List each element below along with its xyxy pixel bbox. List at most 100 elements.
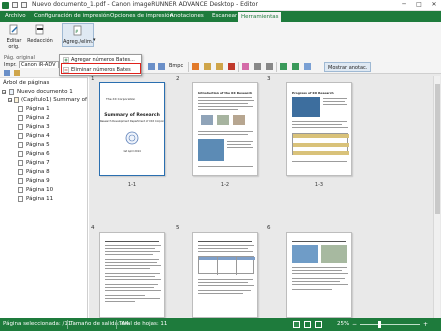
tree-page-2[interactable]: Página 2 [0, 114, 88, 122]
page-icon [18, 106, 23, 112]
tree-page-10[interactable]: Página 10 [0, 186, 88, 194]
thumbnail-view-icon[interactable] [315, 321, 322, 328]
tree-chapter[interactable]: − (Capítulo1) Summary of R [0, 96, 93, 104]
view-icon[interactable] [304, 63, 311, 70]
separator [67, 320, 68, 329]
page-icon [18, 187, 23, 193]
tree-page-label: Página 11 [26, 196, 54, 202]
tree-page-label: Página 5 [26, 142, 50, 148]
separator [238, 62, 239, 72]
attachments-tab-icon[interactable] [14, 70, 20, 76]
tree-page-label: Página 2 [26, 115, 50, 121]
page-icon [18, 169, 23, 175]
scrollbar-thumb[interactable] [435, 84, 440, 214]
collapse-icon[interactable]: − [8, 98, 12, 103]
chapter-icon[interactable] [280, 63, 287, 70]
single-page-view-icon[interactable] [293, 321, 300, 328]
page-number: 5 [176, 225, 180, 231]
page-tree-pane: Árbol de páginas − Nuevo documento 1 − (… [0, 68, 93, 318]
page-icon [18, 151, 23, 157]
separator [116, 320, 117, 329]
tree-root[interactable]: − Nuevo documento 1 [0, 88, 88, 96]
delete-icon[interactable] [228, 63, 235, 70]
insert-page-icon[interactable] [242, 63, 249, 70]
page-thumbnail-2[interactable]: Introduction of the XX Research [192, 82, 258, 176]
color-mode-select[interactable]: Bmpc [169, 63, 183, 69]
show-annotations-label: Mostrar anotac. [328, 65, 368, 71]
tab-tools[interactable]: Herramientas [237, 11, 283, 22]
page-viewer: 1 The XX Corporation Summary of Research… [89, 74, 441, 318]
tree-page-8[interactable]: Página 8 [0, 168, 88, 176]
merge-icon[interactable] [292, 63, 299, 70]
collapse-icon[interactable]: − [2, 90, 6, 95]
photo-image [292, 245, 318, 263]
viewer-scrollbar[interactable] [433, 76, 440, 318]
tree-page-3[interactable]: Página 3 [0, 123, 88, 131]
page-icon [18, 196, 23, 202]
tab-annotations[interactable]: Anotaciones [167, 11, 207, 22]
page-thumbnail-5[interactable] [192, 232, 258, 318]
page-number: 3 [267, 76, 271, 82]
duplicate-icon[interactable] [254, 63, 261, 70]
rotate-left-icon[interactable] [148, 63, 155, 70]
rotate-right-icon[interactable] [158, 63, 165, 70]
tree-page-label: Página 1 [26, 106, 50, 112]
tree-page-11[interactable]: Página 11 [0, 195, 88, 203]
show-annotations-toggle[interactable]: Mostrar anotac. [324, 62, 372, 72]
redaction-button[interactable]: Redacción [27, 24, 53, 44]
save-quick-icon[interactable] [12, 2, 18, 8]
tree-chapter-label: (Capítulo1) Summary of R [21, 97, 93, 103]
minimize-button[interactable]: ─ [397, 0, 411, 10]
tree-page-6[interactable]: Página 6 [0, 150, 88, 158]
tree-page-label: Página 7 [26, 160, 50, 166]
tab-print-settings[interactable]: Configuración de impresión [31, 11, 113, 22]
seal-icon [125, 131, 139, 145]
tab-archivo[interactable]: Archivo [2, 11, 29, 22]
page-thumbnail-6[interactable] [286, 232, 352, 318]
tree-page-1[interactable]: Página 1 [0, 105, 88, 113]
tab-print-options[interactable]: Opciones de impresión [107, 11, 176, 22]
page-thumbnail-3[interactable]: Progress of XX Research [286, 82, 352, 176]
tree-root-label: Nuevo documento 1 [17, 89, 73, 95]
edit-original-button[interactable]: Editar orig. [4, 24, 24, 50]
tree-page-9[interactable]: Página 9 [0, 177, 88, 185]
zoom-in-icon[interactable]: + [423, 321, 428, 328]
page-number: 4 [91, 225, 95, 231]
paste-icon[interactable] [216, 63, 223, 70]
photo-image [292, 97, 320, 117]
tree-page-label: Página 9 [26, 178, 50, 184]
tree-page-label: Página 8 [26, 169, 50, 175]
tree-page-5[interactable]: Página 5 [0, 141, 88, 149]
zoom-slider-handle[interactable] [378, 321, 381, 328]
page-icon [18, 115, 23, 121]
two-page-view-icon[interactable] [304, 321, 311, 328]
page1-company: The XX Corporation [106, 97, 136, 101]
figure-image [233, 115, 245, 125]
zoom-out-icon[interactable]: − [352, 321, 357, 328]
redaction-icon [35, 24, 44, 35]
split-icon[interactable] [266, 63, 273, 70]
copy-icon[interactable] [204, 63, 211, 70]
app-icon [2, 2, 9, 9]
add-remove-button[interactable]: # Agreg./elim. [62, 23, 94, 47]
page-label: 1-3 [314, 182, 324, 188]
close-button[interactable]: ✕ [427, 0, 441, 10]
zoom-slider[interactable] [360, 324, 420, 325]
page1-date: 1st April 2014 [123, 150, 141, 153]
cut-icon[interactable] [192, 63, 199, 70]
tree-page-label: Página 3 [26, 124, 50, 130]
thumbnails-tab-icon[interactable] [4, 70, 10, 76]
window-title: Nuevo documento_1.pdf - Canon imageRUNNE… [32, 1, 258, 8]
tab-scan[interactable]: Escanear [209, 11, 240, 22]
chevron-down-icon[interactable]: ▾ [93, 37, 96, 43]
tree-page-4[interactable]: Página 4 [0, 132, 88, 140]
tree-header-label: Árbol de páginas [3, 80, 50, 86]
page-thumbnail-1[interactable]: The XX Corporation Summary of Research R… [99, 82, 165, 176]
chapter-icon [14, 97, 19, 103]
maximize-button[interactable]: □ [412, 0, 426, 10]
total-pages-status: Total de hojas: 11 [119, 321, 168, 327]
undo-quick-icon[interactable] [21, 2, 27, 8]
page-thumbnail-4[interactable] [99, 232, 165, 318]
tree-page-7[interactable]: Página 7 [0, 159, 88, 167]
photo-image [198, 139, 224, 161]
